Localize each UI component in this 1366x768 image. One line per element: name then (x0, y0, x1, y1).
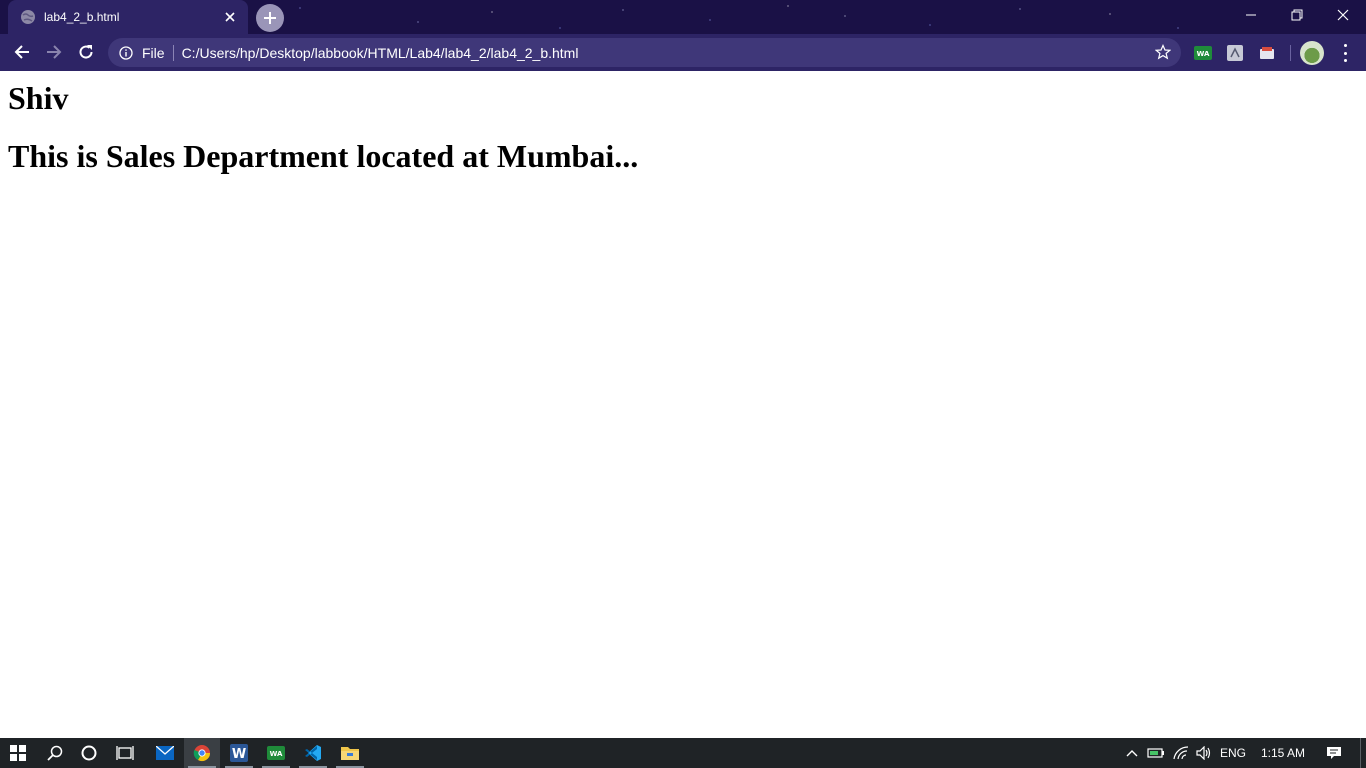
chevron-up-icon (1126, 750, 1138, 757)
globe-icon (20, 9, 36, 25)
mail-icon (156, 746, 174, 760)
new-tab-button[interactable] (256, 4, 284, 32)
battery-tray[interactable] (1146, 738, 1166, 768)
profile-avatar[interactable] (1300, 41, 1324, 65)
toolbar-divider (1290, 45, 1291, 61)
browser-tab[interactable]: lab4_2_b.html (8, 0, 248, 34)
network-tray[interactable] (1170, 738, 1192, 768)
plus-icon (264, 12, 276, 24)
window-controls (1228, 0, 1366, 30)
vscode-icon (305, 745, 321, 761)
word-app[interactable]: W (221, 738, 257, 768)
restore-icon (1291, 9, 1303, 21)
browser-toolbar: File C:/Users/hp/Desktop/labbook/HTML/La… (0, 34, 1366, 71)
task-view-icon (116, 746, 134, 760)
cortana-button[interactable] (72, 738, 106, 768)
file-explorer-icon (341, 747, 359, 760)
url-text[interactable]: C:/Users/hp/Desktop/labbook/HTML/Lab4/la… (182, 45, 579, 61)
close-tab-icon[interactable] (222, 9, 238, 25)
windows-taskbar: W WA ENG 1:15 AM (0, 738, 1366, 768)
search-button[interactable] (38, 738, 72, 768)
volume-tray[interactable] (1194, 738, 1214, 768)
back-arrow-icon (14, 45, 29, 59)
svg-text:WA: WA (270, 750, 283, 758)
tab-title: lab4_2_b.html (44, 10, 120, 24)
info-icon[interactable] (118, 45, 134, 61)
reload-icon (79, 45, 93, 59)
start-button[interactable] (0, 738, 36, 768)
whatsapp-app[interactable]: WA (258, 738, 294, 768)
clock-tray[interactable]: 1:15 AM (1254, 738, 1312, 768)
speaker-icon (1196, 746, 1211, 760)
kebab-menu-icon[interactable] (1337, 44, 1353, 62)
forward-arrow-icon (47, 45, 62, 59)
language-tray[interactable]: ENG (1216, 738, 1250, 768)
battery-icon (1147, 748, 1164, 758)
extension-icon[interactable] (1226, 44, 1244, 62)
svg-text:WA: WA (1197, 50, 1210, 58)
wifi-icon (1173, 746, 1189, 760)
page-content: Shiv This is Sales Department located at… (0, 71, 1366, 738)
star-icon[interactable] (1154, 44, 1172, 60)
cortana-icon (81, 745, 97, 761)
forward-button[interactable] (42, 40, 66, 64)
show-hidden-icons-button[interactable] (1122, 738, 1142, 768)
mail-app[interactable] (146, 738, 184, 768)
chrome-icon (193, 745, 211, 762)
department-heading: This is Sales Department located at Mumb… (8, 138, 639, 174)
back-button[interactable] (10, 40, 34, 64)
name-heading: Shiv (8, 80, 69, 116)
svg-text:W: W (232, 747, 246, 762)
close-icon (1337, 9, 1349, 21)
word-icon: W (230, 744, 248, 762)
vscode-app[interactable] (295, 738, 331, 768)
file-explorer-app[interactable] (332, 738, 368, 768)
close-window-button[interactable] (1320, 0, 1366, 30)
clock-time: 1:15 AM (1260, 746, 1306, 760)
notification-icon (1327, 747, 1341, 759)
address-divider (172, 44, 174, 61)
task-view-button[interactable] (108, 738, 142, 768)
reload-button[interactable] (74, 40, 98, 64)
wa-extension-icon[interactable]: WA (1194, 44, 1212, 62)
minimize-icon (1246, 14, 1256, 16)
action-center-button[interactable] (1320, 738, 1348, 768)
address-bar[interactable]: File C:/Users/hp/Desktop/labbook/HTML/La… (108, 38, 1181, 67)
language-label: ENG (1219, 746, 1246, 760)
url-scheme-label: File (142, 44, 165, 61)
whatsapp-icon: WA (267, 746, 285, 760)
search-icon (47, 745, 63, 761)
cast-extension-icon[interactable] (1258, 44, 1276, 62)
show-desktop-button[interactable] (1360, 738, 1366, 768)
minimize-button[interactable] (1228, 0, 1274, 30)
start-icon (10, 745, 26, 761)
browser-titlebar: lab4_2_b.html (0, 0, 1366, 34)
restore-button[interactable] (1274, 0, 1320, 30)
chrome-app[interactable] (184, 738, 220, 768)
